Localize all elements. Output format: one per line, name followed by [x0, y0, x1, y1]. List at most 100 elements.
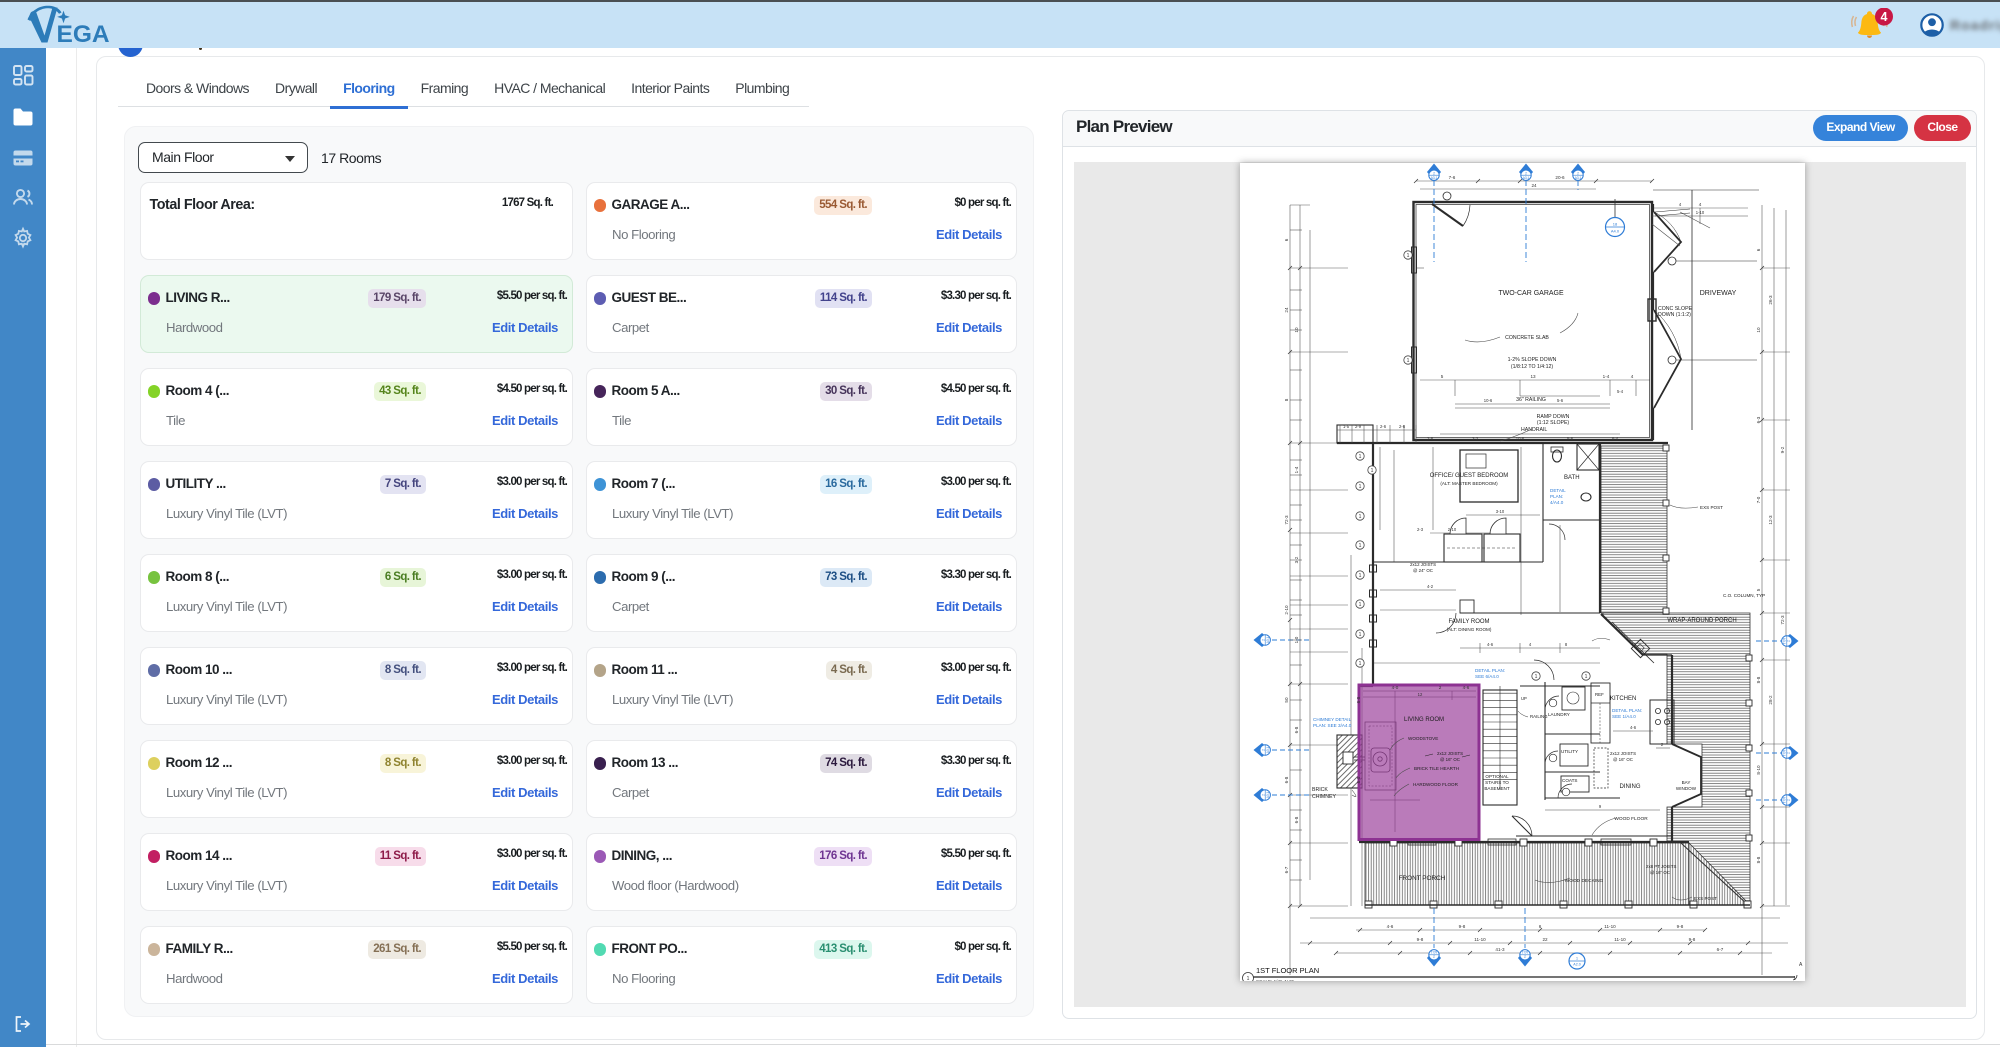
svg-text:1: 1 [1359, 484, 1362, 490]
svg-text:1-5: 1-5 [1343, 424, 1350, 429]
svg-text:4-0: 4-0 [1392, 685, 1399, 690]
svg-text:SEE 1/A4.0: SEE 1/A4.0 [1612, 714, 1636, 719]
svg-text:11-10: 11-10 [1614, 937, 1626, 942]
svg-text:1-2% SLOPE DOWN: 1-2% SLOPE DOWN [1508, 357, 1557, 363]
svg-text:A3.1: A3.1 [1782, 750, 1786, 757]
svg-text:36" RAILING: 36" RAILING [1516, 397, 1546, 403]
svg-text:6-7: 6-7 [1717, 947, 1724, 952]
svg-text:UP: UP [1521, 696, 1527, 701]
svg-text:CHIMNEY: CHIMNEY [1312, 794, 1336, 800]
svg-text:6-3: 6-3 [1756, 416, 1761, 423]
svg-text:7-6: 7-6 [1449, 175, 1456, 180]
svg-text:EXS POST: EXS POST [1694, 896, 1717, 901]
svg-text:7-0: 7-0 [1756, 496, 1761, 503]
svg-text:9-8: 9-8 [1677, 924, 1684, 929]
svg-text:1-4: 1-4 [1603, 374, 1610, 379]
svg-text:1: 1 [1247, 976, 1250, 981]
svg-text:EGA: EGA [57, 21, 110, 48]
svg-text:5-6: 5-6 [1557, 398, 1564, 403]
svg-text:REF: REF [1595, 692, 1604, 697]
svg-text:4: 4 [1699, 202, 1702, 207]
svg-text:2-6: 2-6 [1380, 424, 1387, 429]
svg-text:5-4: 5-4 [1617, 389, 1624, 394]
svg-text:FAMILY ROOM: FAMILY ROOM [1448, 619, 1489, 625]
svg-text:PLAN: SEE 3/A4.0: PLAN: SEE 3/A4.0 [1313, 723, 1352, 728]
svg-text:(1/8:12 TO 1/4:12): (1/8:12 TO 1/4:12) [1511, 364, 1553, 370]
svg-text:A3.1: A3.1 [1430, 950, 1437, 954]
svg-text:9: 9 [1599, 804, 1602, 809]
svg-text:6: 6 [1539, 924, 1542, 929]
svg-text:WOOD DECKING: WOOD DECKING [1565, 878, 1604, 884]
svg-text:4-6: 4-6 [1630, 725, 1637, 730]
svg-text:1: 1 [1407, 358, 1410, 364]
svg-text:11-10: 11-10 [1604, 924, 1616, 929]
svg-text:1: 1 [1585, 674, 1588, 680]
svg-text:@ 16" OC: @ 16" OC [1650, 870, 1670, 875]
svg-text:LIVING ROOM: LIVING ROOM [1404, 717, 1444, 723]
svg-text:WINDOW: WINDOW [1676, 786, 1697, 791]
svg-text:WOOD FLOOR: WOOD FLOOR [1614, 816, 1648, 822]
svg-text:2: 2 [1524, 955, 1526, 959]
svg-text:2: 2 [1433, 171, 1435, 175]
svg-text:COATS: COATS [1562, 778, 1577, 783]
svg-text:10: 10 [1756, 327, 1761, 333]
svg-text:8-10: 8-10 [1756, 765, 1761, 775]
svg-text:1: 1 [1359, 632, 1362, 638]
svg-text:2: 2 [1525, 171, 1527, 175]
svg-text:2x12 JOISTS: 2x12 JOISTS [1437, 751, 1463, 756]
svg-text:EXS POST: EXS POST [1700, 505, 1723, 510]
svg-text:KITCHEN: KITCHEN [1610, 696, 1636, 702]
svg-text:WOODSTOVE: WOODSTOVE [1408, 736, 1438, 741]
svg-text:BAY: BAY [1682, 780, 1691, 785]
svg-text:6: 6 [1756, 248, 1761, 251]
svg-text:9-8: 9-8 [1459, 924, 1466, 929]
svg-text:2-9: 2-9 [1355, 424, 1362, 429]
svg-text:5-6: 5-6 [1567, 436, 1574, 441]
svg-text:5: 5 [1756, 588, 1761, 591]
svg-text:DETAIL PLAN:: DETAIL PLAN: [1475, 668, 1505, 673]
svg-text:22: 22 [1542, 937, 1548, 942]
svg-text:(ALT: DINING ROOM): (ALT: DINING ROOM) [1447, 627, 1492, 632]
svg-text:6: 6 [1284, 238, 1289, 241]
svg-text:2: 2 [1261, 749, 1265, 751]
svg-text:CHIMNEY DETAIL: CHIMNEY DETAIL [1313, 717, 1352, 722]
svg-text:DETAIL: DETAIL [1550, 488, 1566, 493]
svg-text:4-6: 4-6 [1487, 642, 1494, 647]
svg-text:50: 50 [1284, 697, 1289, 703]
svg-text:2: 2 [1787, 752, 1791, 754]
svg-text:BASEMENT: BASEMENT [1484, 786, 1509, 791]
svg-text:6-7: 6-7 [1284, 866, 1289, 873]
svg-text:TWO-CAR GARAGE: TWO-CAR GARAGE [1498, 290, 1564, 297]
svg-text:4-2: 4-2 [1427, 584, 1434, 589]
svg-text:8: 8 [1284, 398, 1289, 401]
svg-text:1: 1 [1359, 454, 1362, 460]
svg-text:9-8: 9-8 [1417, 937, 1424, 942]
svg-text:STAIRS TO: STAIRS TO [1485, 780, 1509, 785]
svg-text:A3.1: A3.1 [1266, 636, 1270, 643]
svg-text:1-4: 1-4 [1294, 466, 1299, 473]
svg-text:72-3: 72-3 [1284, 515, 1289, 525]
svg-text:HARDWOOD FLOOR: HARDWOOD FLOOR [1413, 782, 1459, 787]
svg-text:4/A4.0: 4/A4.0 [1550, 500, 1564, 505]
svg-text:3-10: 3-10 [1496, 509, 1505, 514]
svg-text:1: 1 [1793, 976, 1796, 981]
svg-text:A3.1: A3.1 [1782, 797, 1786, 804]
svg-text:2-3: 2-3 [1417, 527, 1424, 532]
svg-text:LAUNDRY: LAUNDRY [1548, 712, 1570, 717]
svg-text:18: 18 [1613, 222, 1618, 227]
svg-text:A3.1: A3.1 [1266, 791, 1270, 798]
svg-text:OFFICE/ GUEST BEDROOM: OFFICE/ GUEST BEDROOM [1430, 473, 1509, 479]
svg-text:4-6: 4-6 [1463, 685, 1470, 690]
svg-text:6-8: 6-8 [1294, 816, 1299, 823]
svg-text:24: 24 [1531, 183, 1537, 188]
svg-text:2: 2 [1787, 640, 1791, 642]
svg-text:DETAIL PLAN:: DETAIL PLAN: [1612, 708, 1642, 713]
svg-text:26-3: 26-3 [1768, 295, 1773, 305]
svg-text:4: 4 [1881, 10, 1888, 24]
svg-text:1: 1 [1359, 543, 1362, 549]
svg-text:11-10: 11-10 [1474, 937, 1486, 942]
svg-text:9-8: 9-8 [1689, 937, 1696, 942]
svg-text:4: 4 [1631, 374, 1634, 379]
svg-text:41-3: 41-3 [1495, 947, 1505, 952]
svg-text:6-0: 6-0 [1356, 776, 1361, 783]
